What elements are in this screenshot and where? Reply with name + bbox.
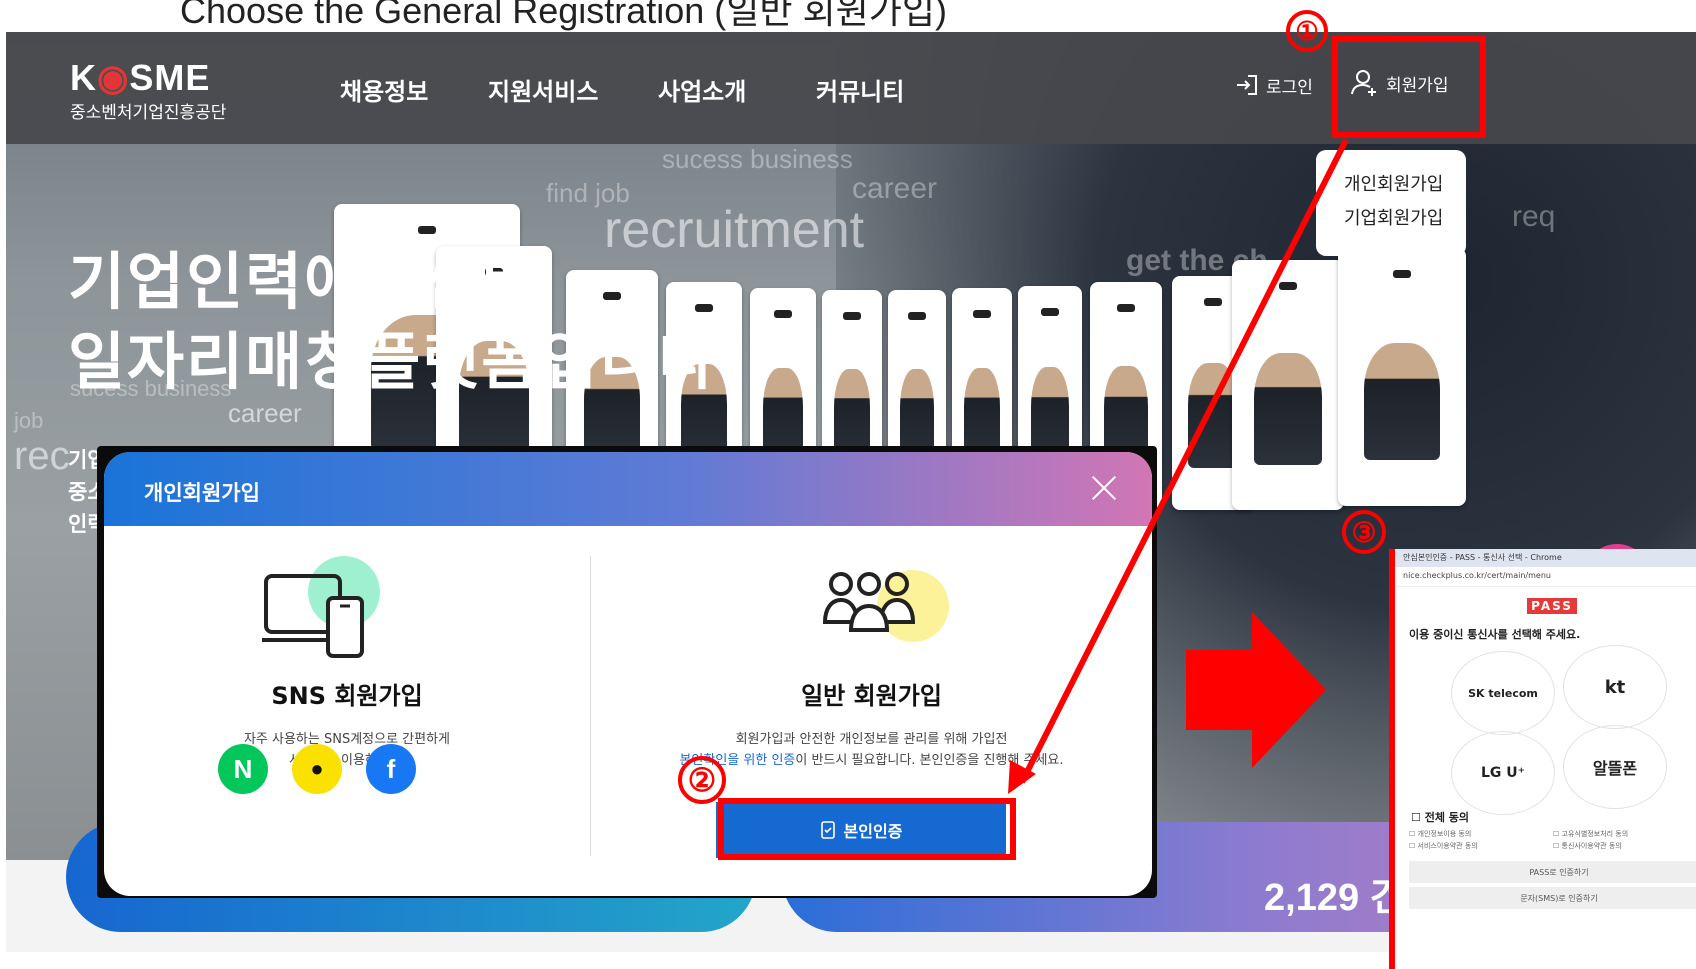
popup-titlebar: 안심본인인증 - PASS - 통신사 선택 - Chrome bbox=[1395, 549, 1696, 567]
carrier-mvno[interactable]: 알뜰폰 bbox=[1563, 725, 1667, 809]
term-label: 통신사이용약관 동의 bbox=[1561, 842, 1622, 850]
pass-logo-text: PASS bbox=[1527, 598, 1577, 614]
carrier-skt[interactable]: SK telecom bbox=[1451, 651, 1555, 735]
carrier-lgu[interactable]: LG U⁺ bbox=[1451, 731, 1555, 815]
carrier-kt[interactable]: kt bbox=[1563, 645, 1667, 729]
term-checkbox[interactable]: ☐ 개인정보이용 동의 bbox=[1409, 829, 1471, 839]
pass-popup-window: 안심본인인증 - PASS - 통신사 선택 - Chrome nice.che… bbox=[1389, 549, 1696, 969]
carrier-mvno-label: 알뜰폰 bbox=[1592, 759, 1638, 778]
carrier-skt-label: SK telecom bbox=[1468, 686, 1538, 700]
term-label: 개인정보이용 동의 bbox=[1417, 830, 1472, 838]
carrier-kt-label: kt bbox=[1604, 676, 1626, 698]
term-checkbox[interactable]: ☐ 서비스이용약관 동의 bbox=[1409, 841, 1478, 851]
term-checkbox[interactable]: ☐ 고유식별정보처리 동의 bbox=[1553, 829, 1628, 839]
carrier-lgu-label: LG U⁺ bbox=[1480, 765, 1526, 781]
big-right-arrow-icon bbox=[1186, 612, 1326, 768]
agree-all-checkbox[interactable]: ☐ 전체 동의 bbox=[1411, 809, 1469, 825]
term-checkbox[interactable]: ☐ 통신사이용약관 동의 bbox=[1553, 841, 1622, 851]
sms-verify-button[interactable]: 문자(SMS)로 인증하기 bbox=[1409, 887, 1696, 909]
pass-logo: PASS bbox=[1395, 595, 1696, 614]
term-label: 고유식별정보처리 동의 bbox=[1561, 830, 1629, 838]
popup-url: nice.checkplus.co.kr/cert/main/menu bbox=[1395, 567, 1696, 587]
pass-verify-button[interactable]: PASS로 인증하기 bbox=[1409, 861, 1696, 883]
carrier-question: 이용 중이신 통신사를 선택해 주세요. bbox=[1409, 628, 1581, 641]
agree-all-label: 전체 동의 bbox=[1424, 811, 1470, 824]
term-label: 서비스이용약관 동의 bbox=[1417, 842, 1478, 850]
